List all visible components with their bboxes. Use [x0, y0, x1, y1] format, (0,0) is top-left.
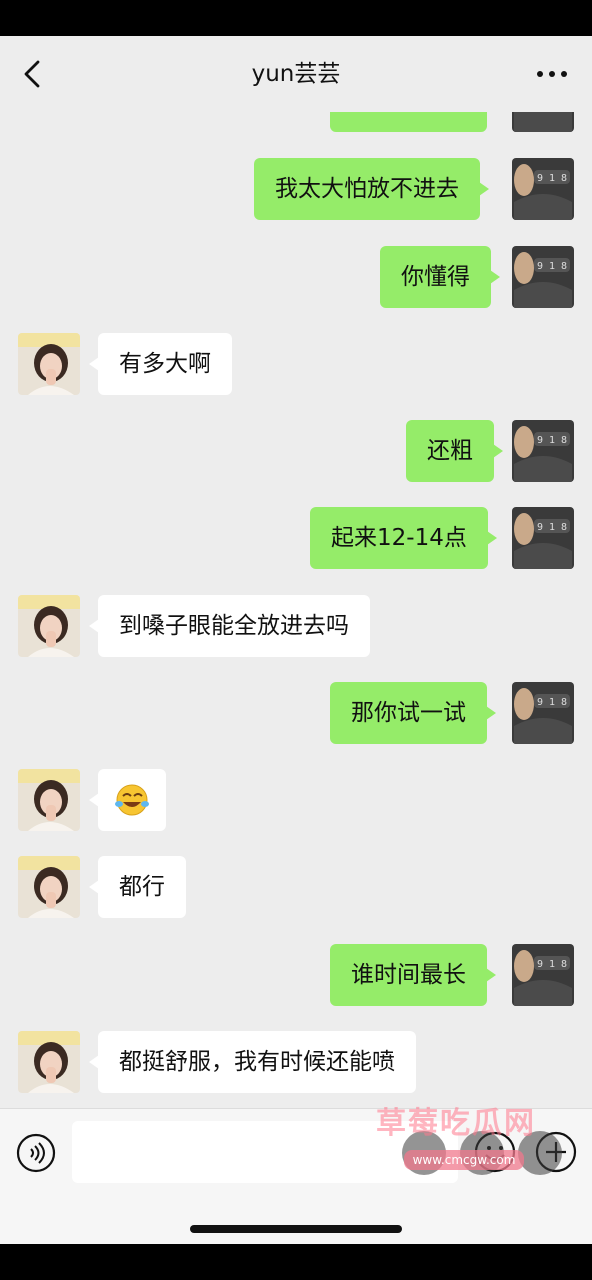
voice-icon: [16, 1133, 56, 1173]
message-bubble-outgoing[interactable]: 你懂得: [380, 246, 500, 308]
more-dots-icon: [537, 71, 567, 77]
message-bubble-incoming[interactable]: 都行: [89, 856, 186, 918]
message-bubble-outgoing[interactable]: 我太大怕放不进去: [254, 158, 489, 220]
contact-avatar[interactable]: [18, 1031, 80, 1093]
svg-text:9 1 8: 9 1 8: [537, 522, 567, 533]
site-watermark: 草莓吃瓜网: [376, 1106, 536, 1141]
my-avatar[interactable]: 9 1 8: [512, 682, 574, 744]
svg-text:9 1 8: 9 1 8: [537, 959, 567, 970]
svg-text:9 1 8: 9 1 8: [537, 435, 567, 446]
my-avatar[interactable]: 9 1 8: [512, 944, 574, 1006]
svg-text:9 1 8: 9 1 8: [537, 261, 567, 272]
my-avatar[interactable]: 9 1 8: [512, 246, 574, 308]
my-avatar[interactable]: 9 1 8: [512, 420, 574, 482]
message-bubble-outgoing[interactable]: 还粗: [406, 420, 503, 482]
message-bubble-outgoing[interactable]: 起来12-14点: [310, 507, 497, 569]
contact-avatar[interactable]: [18, 769, 80, 831]
message-bubble-incoming[interactable]: 有多大啊: [89, 333, 232, 395]
chat-screen: 我一定去做 我太大怕放不进去 9 1 8 你懂得 9 1 8 有多大啊 还粗 9…: [0, 36, 592, 1244]
message-bubble-outgoing[interactable]: 那你试一试: [330, 682, 496, 744]
contact-avatar[interactable]: [18, 856, 80, 918]
voice-button[interactable]: [16, 1133, 56, 1173]
site-watermark-url: www.cmcgw.com: [404, 1150, 524, 1170]
more-button[interactable]: [534, 62, 570, 86]
message-bubble-incoming[interactable]: 到嗓子眼能全放进去吗: [89, 595, 370, 657]
message-list[interactable]: 我一定去做 我太大怕放不进去 9 1 8 你懂得 9 1 8 有多大啊 还粗 9…: [0, 36, 592, 1108]
my-avatar[interactable]: 9 1 8: [512, 158, 574, 220]
message-bubble-outgoing[interactable]: 谁时间最长: [330, 944, 496, 1006]
message-bubble-incoming[interactable]: [89, 769, 166, 831]
message-bubble-incoming[interactable]: 都挺舒服，我有时候还能喷: [89, 1031, 416, 1093]
svg-text:9 1 8: 9 1 8: [537, 697, 567, 708]
chat-title: yun芸芸: [251, 61, 341, 87]
home-indicator[interactable]: [190, 1225, 402, 1233]
chat-header: yun芸芸: [0, 36, 592, 112]
contact-avatar[interactable]: [18, 333, 80, 395]
laughing-tears-emoji-icon: [115, 784, 149, 816]
contact-avatar[interactable]: [18, 595, 80, 657]
my-avatar[interactable]: 9 1 8: [512, 507, 574, 569]
svg-text:9 1 8: 9 1 8: [537, 173, 567, 184]
